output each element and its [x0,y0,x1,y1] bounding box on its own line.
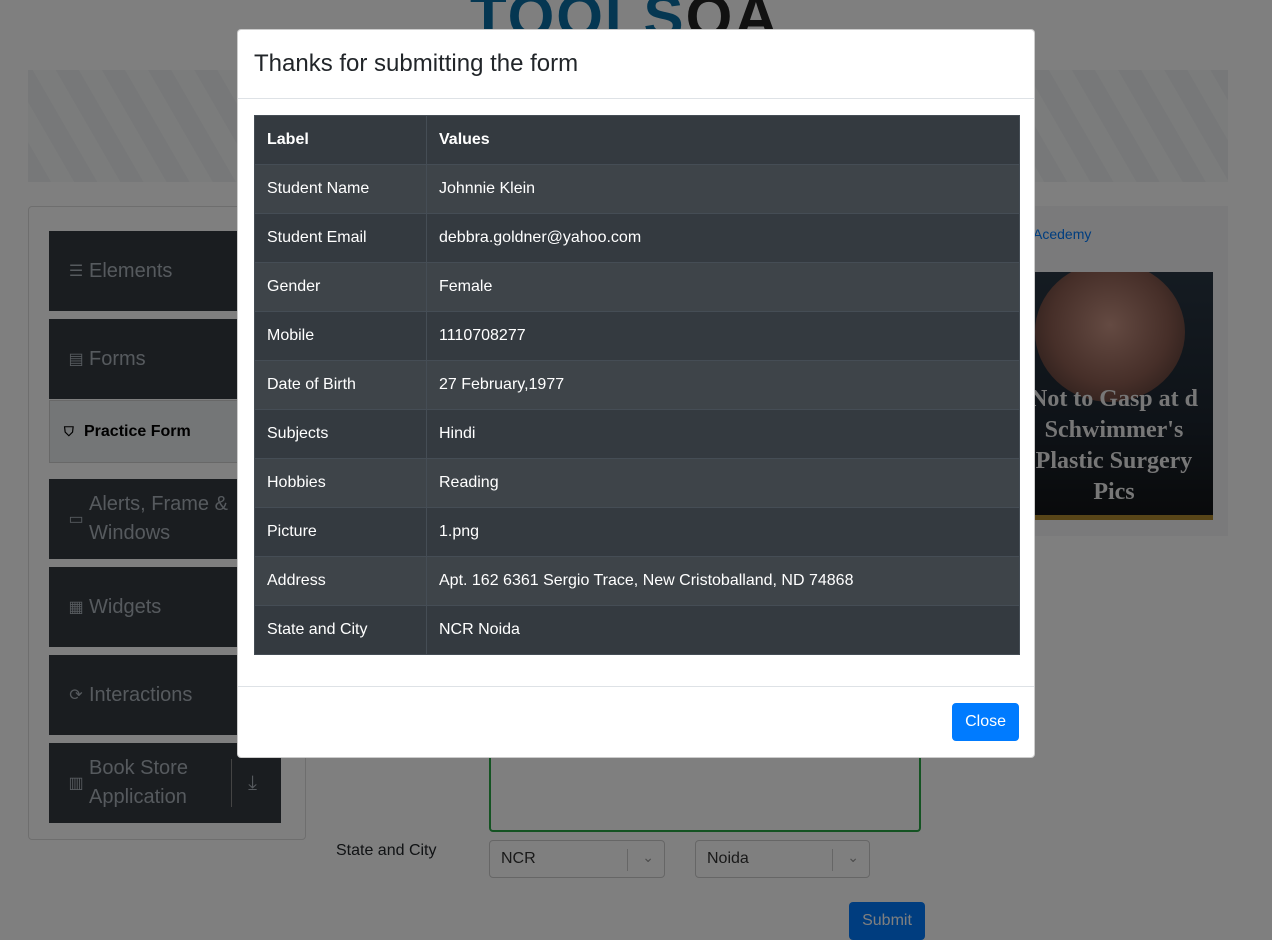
column-header-values: Values [426,115,1020,165]
table-row: Date of Birth 27 February,1977 [254,360,1020,410]
row-value: Female [426,262,1020,312]
table-row: Picture 1.png [254,507,1020,557]
table-row: Student Name Johnnie Klein [254,164,1020,214]
row-value: debbra.goldner@yahoo.com [426,213,1020,263]
row-value: 1110708277 [426,311,1020,361]
row-value: Hindi [426,409,1020,459]
table-row: Address Apt. 162 6361 Sergio Trace, New C… [254,556,1020,606]
submission-modal: Thanks for submitting the form Label Val… [237,29,1035,758]
row-label: State and City [254,605,427,655]
modal-body: Label Values Student Name Johnnie Klein S… [238,99,1034,671]
submission-table: Label Values Student Name Johnnie Klein S… [254,115,1020,655]
table-row: Hobbies Reading [254,458,1020,508]
table-row: State and City NCR Noida [254,605,1020,655]
modal-header: Thanks for submitting the form [238,30,1034,99]
row-label: Gender [254,262,427,312]
row-label: Picture [254,507,427,557]
row-value: NCR Noida [426,605,1020,655]
row-label: Student Email [254,213,427,263]
row-label: Subjects [254,409,427,459]
row-value: 27 February,1977 [426,360,1020,410]
table-row: Gender Female [254,262,1020,312]
row-label: Student Name [254,164,427,214]
row-label: Date of Birth [254,360,427,410]
table-row: Mobile 1110708277 [254,311,1020,361]
close-button[interactable]: Close [952,703,1019,741]
table-header-row: Label Values [254,115,1020,165]
row-value: Johnnie Klein [426,164,1020,214]
modal-title: Thanks for submitting the form [254,49,579,77]
row-value: 1.png [426,507,1020,557]
column-header-label: Label [254,115,427,165]
table-row: Subjects Hindi [254,409,1020,459]
row-label: Address [254,556,427,606]
row-value: Reading [426,458,1020,508]
row-label: Hobbies [254,458,427,508]
row-value: Apt. 162 6361 Sergio Trace, New Cristoba… [426,556,1020,606]
modal-footer: Close [238,686,1034,757]
row-label: Mobile [254,311,427,361]
table-row: Student Email debbra.goldner@yahoo.com [254,213,1020,263]
